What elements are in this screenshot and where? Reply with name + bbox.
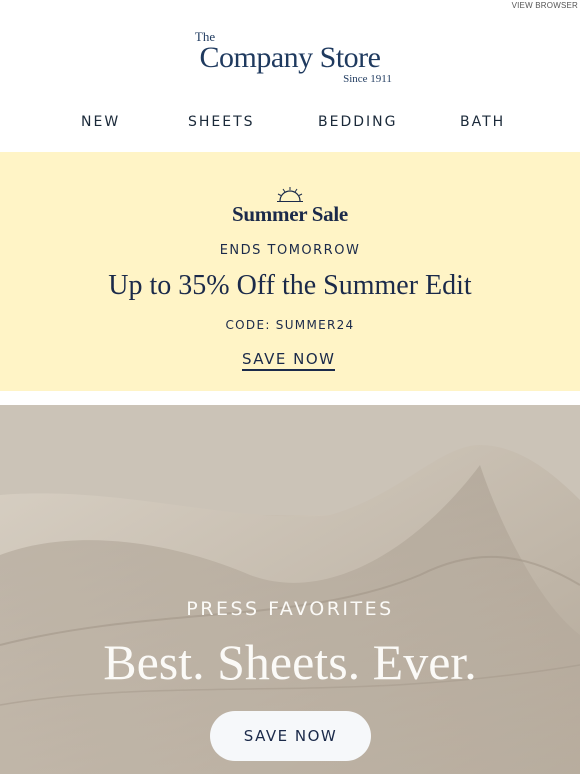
summer-sale-banner: Summer Sale ENDS TOMORROW Up to 35% Off … xyxy=(0,152,580,391)
top-bar: VIEW BROWSER xyxy=(0,0,580,16)
hero-kicker: PRESS FAVORITES xyxy=(186,598,394,620)
brand-logo[interactable]: The Company Store Since 1911 xyxy=(0,30,580,85)
nav-item-new[interactable]: NEW xyxy=(81,114,120,130)
nav-item-sheets[interactable]: SHEETS xyxy=(188,114,255,130)
promo-title: Summer Sale xyxy=(232,202,348,226)
sun-icon xyxy=(277,187,303,202)
hero-headline: Best. Sheets. Ever. xyxy=(103,634,477,690)
promo-ends: ENDS TOMORROW xyxy=(219,243,361,258)
nav-item-bath[interactable]: BATH xyxy=(460,114,505,130)
logo-since: Since 1911 xyxy=(343,73,392,85)
logo-name: Company Store xyxy=(199,41,382,74)
promo-headline: Up to 35% Off the Summer Edit xyxy=(108,270,472,301)
promo-code: CODE: SUMMER24 xyxy=(225,318,355,332)
nav-item-bedding[interactable]: BEDDING xyxy=(318,114,397,130)
hero-save-now-button[interactable]: SAVE NOW xyxy=(210,711,371,761)
hero-banner[interactable]: PRESS FAVORITES Best. Sheets. Ever. SAVE… xyxy=(0,405,580,774)
view-in-browser-link[interactable]: VIEW BROWSER xyxy=(512,1,578,10)
main-nav: NEW SHEETS BEDDING BATH xyxy=(0,114,580,134)
promo-save-now-link[interactable]: SAVE NOW xyxy=(242,350,336,371)
